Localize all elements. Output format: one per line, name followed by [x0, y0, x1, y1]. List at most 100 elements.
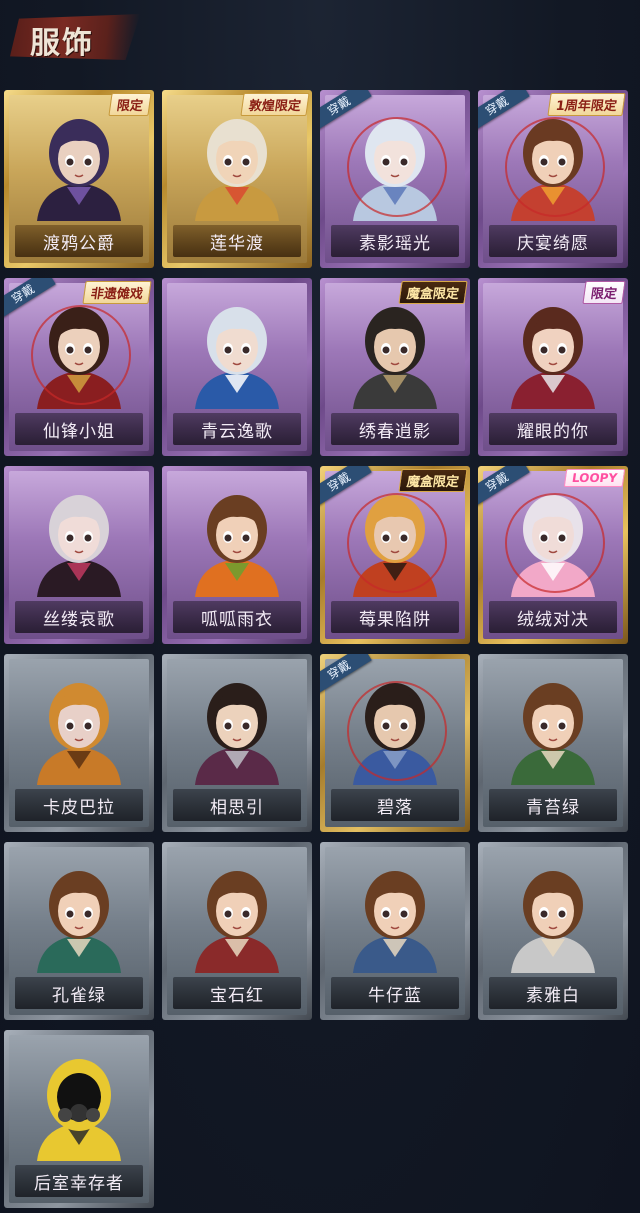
- costume-name: 绣春逍影: [359, 421, 431, 442]
- costume-card[interactable]: 呱呱雨衣: [162, 466, 312, 644]
- character-portrait: [353, 307, 437, 409]
- costume-name: 青苔绿: [526, 797, 580, 818]
- costume-card[interactable]: 后室幸存者: [4, 1030, 154, 1208]
- card-background: 绣春逍影: [325, 283, 465, 451]
- card-name-bar: 莓果陷阱: [331, 601, 459, 633]
- costume-name: 素影瑶光: [359, 233, 431, 254]
- costume-card[interactable]: 素影瑶光 穿戴: [320, 90, 470, 268]
- card-name-bar: 孔雀绿: [15, 977, 143, 1009]
- costume-card[interactable]: 孔雀绿: [4, 842, 154, 1020]
- costume-card[interactable]: 莓果陷阱 穿戴 魔盒限定: [320, 466, 470, 644]
- card-background: 耀眼的你: [483, 283, 623, 451]
- card-name-bar: 绣春逍影: [331, 413, 459, 445]
- card-background: 莓果陷阱: [325, 471, 465, 639]
- character-portrait: [511, 683, 595, 785]
- costume-card[interactable]: 莲华渡 敦煌限定: [162, 90, 312, 268]
- card-background: 后室幸存者: [9, 1035, 149, 1203]
- costume-card[interactable]: 耀眼的你 限定: [478, 278, 628, 456]
- costume-name: 宝石红: [210, 985, 264, 1006]
- limited-badge: 魔盒限定: [398, 469, 468, 492]
- character-portrait: [511, 119, 595, 221]
- character-portrait: [353, 683, 437, 785]
- limited-badge: 限定: [582, 281, 626, 304]
- costume-name: 丝缕哀歌: [43, 609, 115, 630]
- limited-badge: 敦煌限定: [240, 93, 310, 116]
- character-portrait: [37, 683, 121, 785]
- character-portrait: [37, 1059, 121, 1161]
- card-name-bar: 渡鸦公爵: [15, 225, 143, 257]
- card-background: 青云逸歌: [167, 283, 307, 451]
- card-name-bar: 碧落: [331, 789, 459, 821]
- character-portrait: [353, 119, 437, 221]
- costume-name: 孔雀绿: [52, 985, 106, 1006]
- costume-card[interactable]: 卡皮巴拉: [4, 654, 154, 832]
- card-name-bar: 卡皮巴拉: [15, 789, 143, 821]
- card-name-bar: 相思引: [173, 789, 301, 821]
- card-name-bar: 素影瑶光: [331, 225, 459, 257]
- costume-card[interactable]: 丝缕哀歌: [4, 466, 154, 644]
- costume-card[interactable]: 庆宴绮愿 穿戴 1周年限定: [478, 90, 628, 268]
- costume-card[interactable]: 渡鸦公爵 限定: [4, 90, 154, 268]
- character-portrait: [195, 119, 279, 221]
- costume-card[interactable]: 青云逸歌: [162, 278, 312, 456]
- card-name-bar: 青苔绿: [489, 789, 617, 821]
- character-portrait: [353, 495, 437, 597]
- costume-name: 后室幸存者: [34, 1173, 124, 1194]
- costume-card[interactable]: 相思引: [162, 654, 312, 832]
- card-background: 牛仔蓝: [325, 847, 465, 1015]
- character-portrait: [195, 495, 279, 597]
- character-portrait: [195, 683, 279, 785]
- costume-card[interactable]: 素雅白: [478, 842, 628, 1020]
- costume-card[interactable]: 仙锋小姐 穿戴 非遗傩戏: [4, 278, 154, 456]
- costume-name: 渡鸦公爵: [43, 233, 115, 254]
- card-background: 渡鸦公爵: [9, 95, 149, 263]
- costume-card[interactable]: 牛仔蓝: [320, 842, 470, 1020]
- card-name-bar: 宝石红: [173, 977, 301, 1009]
- card-background: 仙锋小姐: [9, 283, 149, 451]
- costume-name: 仙锋小姐: [43, 421, 115, 442]
- page-header: 服饰: [0, 0, 640, 80]
- card-background: 呱呱雨衣: [167, 471, 307, 639]
- card-name-bar: 绒绒对决: [489, 601, 617, 633]
- character-portrait: [195, 307, 279, 409]
- costume-name: 耀眼的你: [517, 421, 589, 442]
- card-name-bar: 呱呱雨衣: [173, 601, 301, 633]
- costume-card[interactable]: 绣春逍影 魔盒限定: [320, 278, 470, 456]
- character-portrait: [195, 871, 279, 973]
- card-name-bar: 后室幸存者: [15, 1165, 143, 1197]
- costume-name: 牛仔蓝: [368, 985, 422, 1006]
- costume-name: 卡皮巴拉: [43, 797, 115, 818]
- card-name-bar: 丝缕哀歌: [15, 601, 143, 633]
- card-name-bar: 牛仔蓝: [331, 977, 459, 1009]
- card-name-bar: 素雅白: [489, 977, 617, 1009]
- character-portrait: [511, 307, 595, 409]
- costume-name: 莓果陷阱: [359, 609, 431, 630]
- card-background: 莲华渡: [167, 95, 307, 263]
- character-portrait: [511, 495, 595, 597]
- character-portrait: [37, 495, 121, 597]
- costume-card[interactable]: 青苔绿: [478, 654, 628, 832]
- costume-card[interactable]: 宝石红: [162, 842, 312, 1020]
- costume-name: 素雅白: [526, 985, 580, 1006]
- card-name-bar: 庆宴绮愿: [489, 225, 617, 257]
- card-background: 素雅白: [483, 847, 623, 1015]
- card-background: 相思引: [167, 659, 307, 827]
- card-name-bar: 青云逸歌: [173, 413, 301, 445]
- limited-badge: LOOPY: [563, 469, 626, 487]
- card-background: 丝缕哀歌: [9, 471, 149, 639]
- character-portrait: [37, 307, 121, 409]
- character-portrait: [37, 871, 121, 973]
- costume-card[interactable]: 绒绒对决 穿戴 LOOPY: [478, 466, 628, 644]
- limited-badge: 1周年限定: [547, 93, 626, 116]
- card-background: 庆宴绮愿: [483, 95, 623, 263]
- limited-badge: 非遗傩戏: [82, 281, 152, 304]
- card-name-bar: 耀眼的你: [489, 413, 617, 445]
- costume-name: 青云逸歌: [201, 421, 273, 442]
- limited-badge: 魔盒限定: [398, 281, 468, 304]
- costume-card[interactable]: 碧落 穿戴: [320, 654, 470, 832]
- page-title: 服饰: [30, 26, 94, 61]
- costume-name: 相思引: [210, 797, 264, 818]
- character-portrait: [37, 119, 121, 221]
- costume-name: 莲华渡: [210, 233, 264, 254]
- card-background: 碧落: [325, 659, 465, 827]
